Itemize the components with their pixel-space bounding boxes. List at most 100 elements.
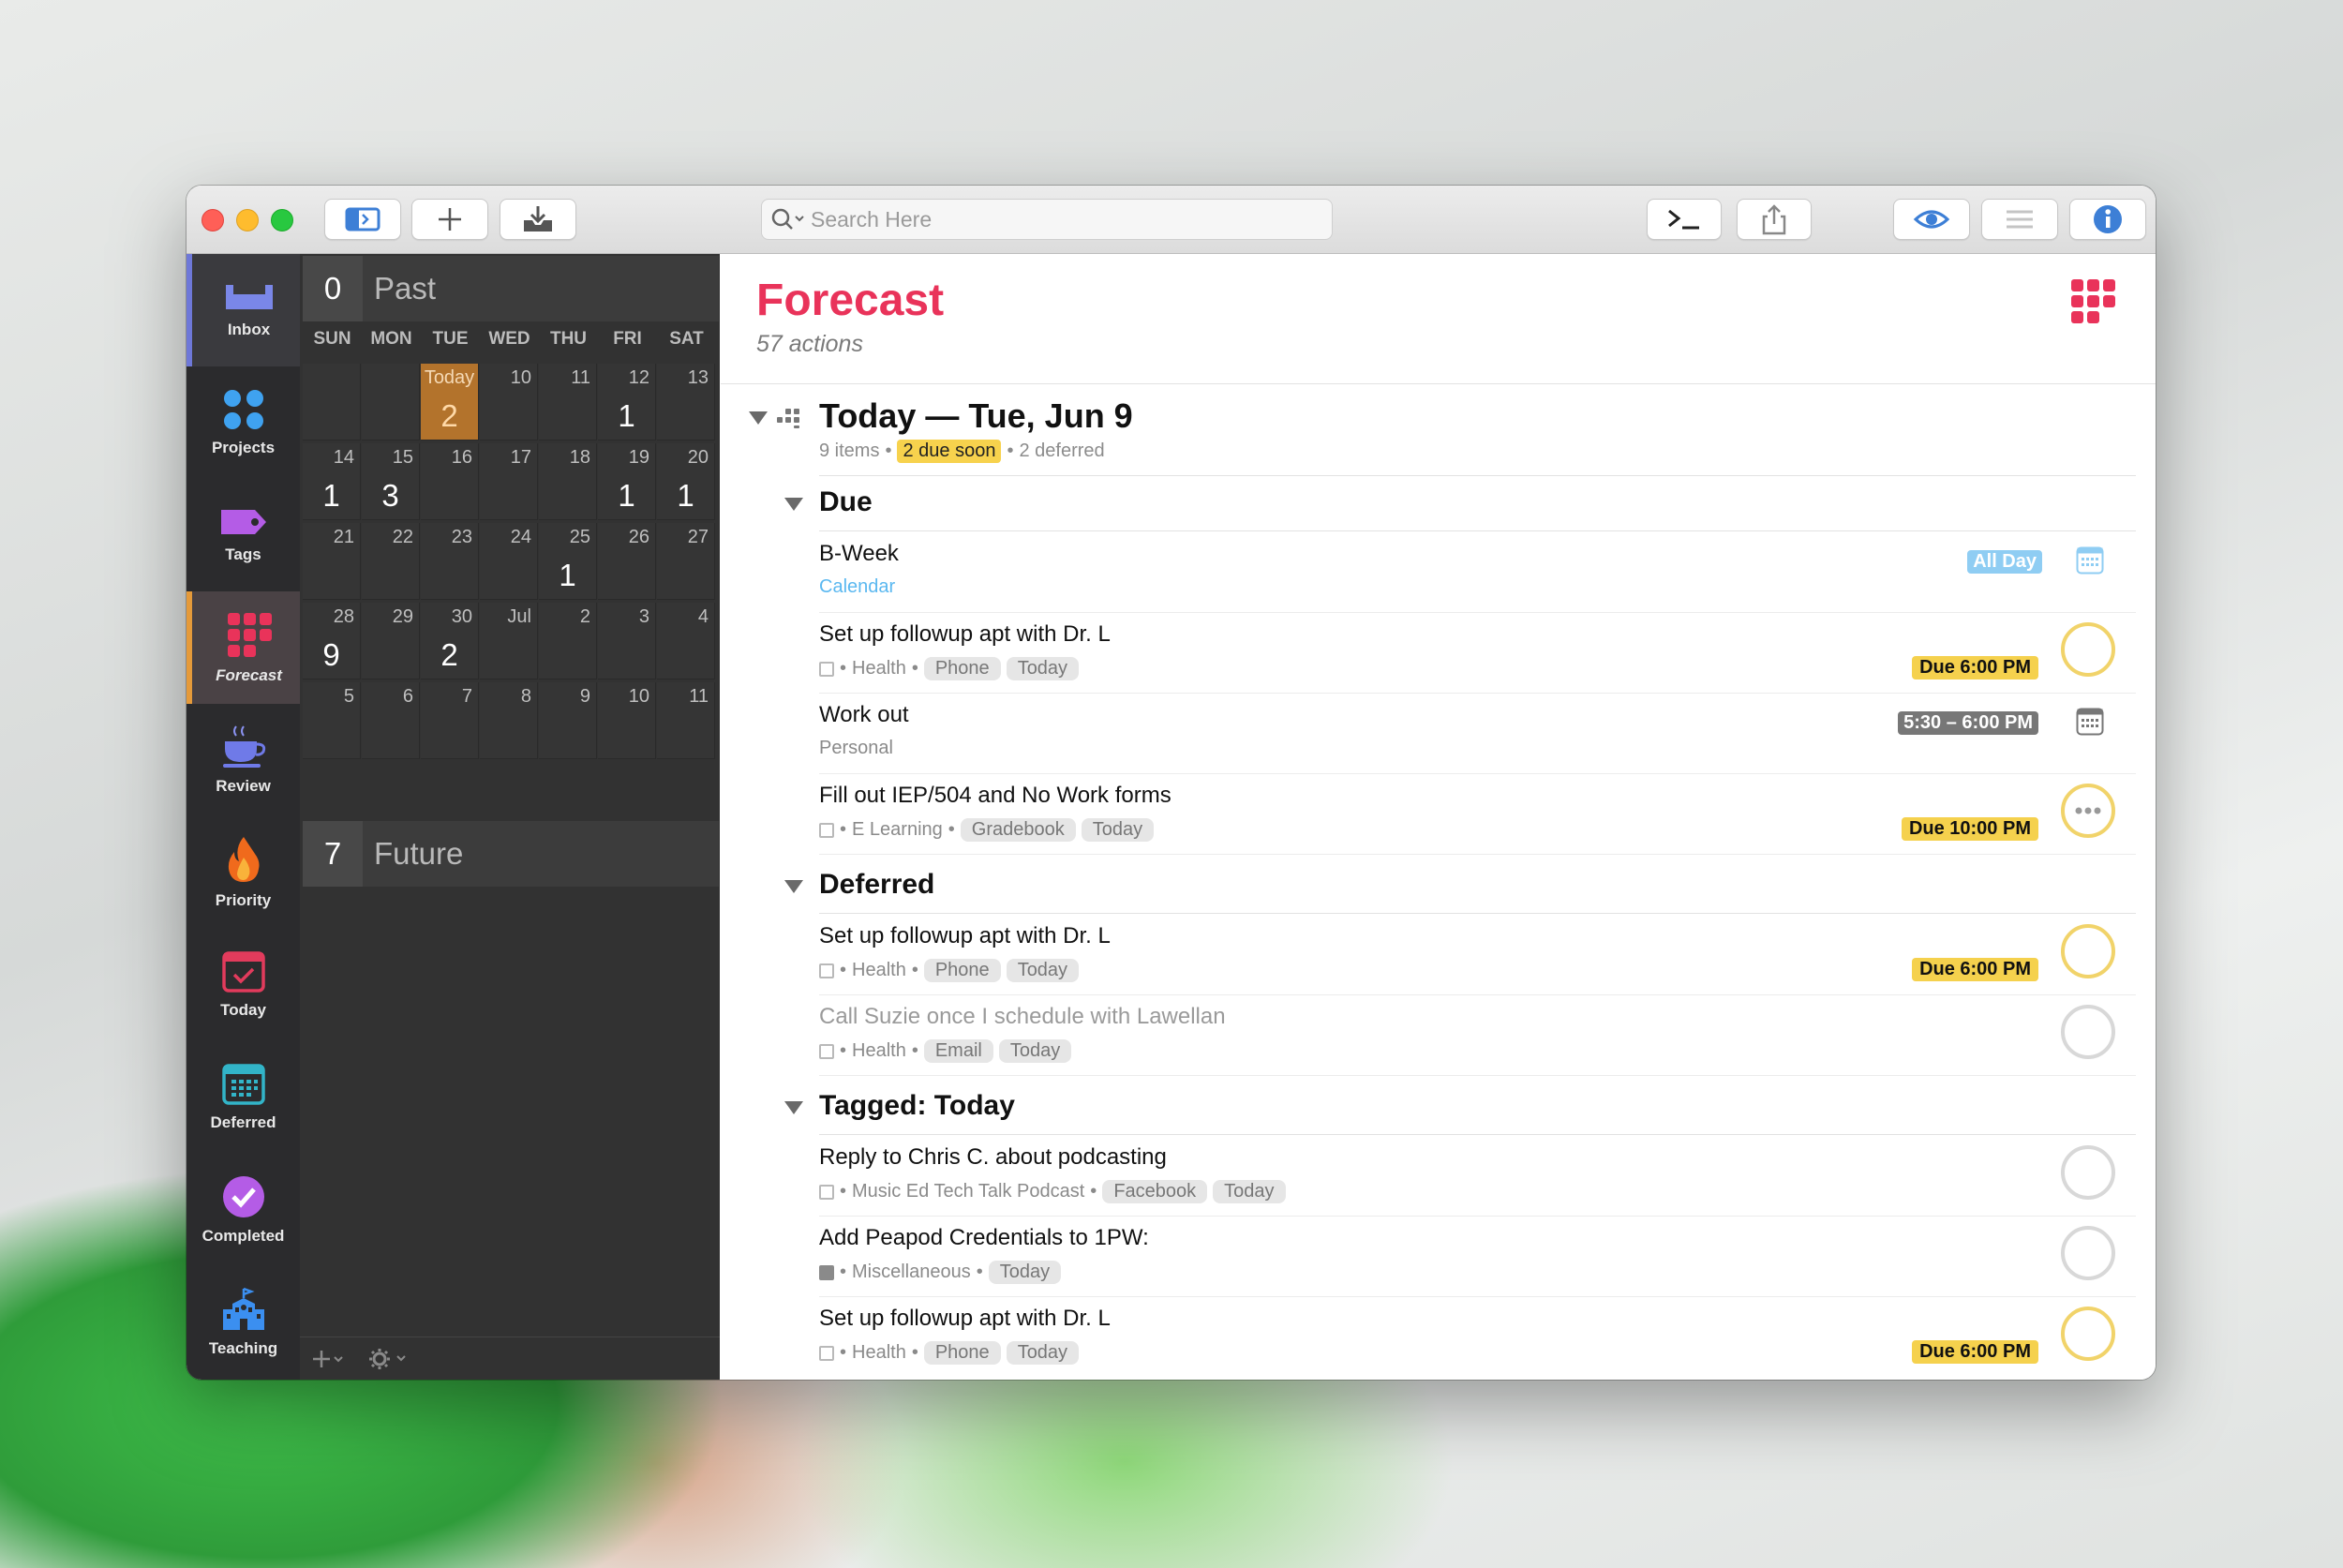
calendar-day-number: 27 [687, 527, 709, 547]
calendar-day-cell[interactable]: 4 [657, 603, 715, 679]
status-circle[interactable] [2061, 1226, 2115, 1280]
calendar-day-cell[interactable]: 10 [598, 682, 656, 759]
tag-chip[interactable]: Today [1006, 657, 1080, 680]
calendar-day-cell[interactable]: 18 [539, 443, 597, 520]
calendar-day-cell[interactable]: 27 [657, 523, 715, 600]
calendar-day-cell[interactable]: 17 [480, 443, 538, 520]
tag-chip[interactable]: Gradebook [960, 818, 1076, 842]
list-item[interactable]: Add Peapod Credentials to 1PW: • Miscella… [819, 1216, 2136, 1297]
tag-chip[interactable]: Today [998, 1039, 1072, 1063]
sidebar-item-forecast[interactable]: Forecast [187, 591, 306, 704]
status-circle[interactable] [2061, 1145, 2115, 1200]
calendar-day-cell[interactable]: 5 [303, 682, 361, 759]
calendar-day-cell[interactable]: 28 9 [303, 603, 361, 679]
future-bar[interactable]: 7 Future [303, 821, 719, 887]
disclosure-triangle[interactable] [784, 1101, 803, 1114]
calendar-day-cell[interactable]: 16 [421, 443, 479, 520]
sidebar-item-deferred[interactable]: Deferred [187, 1041, 300, 1154]
quick-entry-button[interactable] [500, 199, 576, 240]
list-item[interactable]: Set up followup apt with Dr. L • Health • … [819, 1296, 2136, 1377]
calendar-day-cell[interactable]: 13 [657, 364, 715, 441]
console-button[interactable] [1647, 199, 1722, 240]
new-action-button[interactable] [411, 199, 488, 240]
calendar-day-cell[interactable]: 12 1 [598, 364, 656, 441]
tag-chip[interactable]: Phone [923, 1341, 1001, 1365]
calendar-day-cell[interactable]: 6 [362, 682, 420, 759]
add-menu-icon[interactable] [313, 1349, 343, 1369]
calendar-day-number: 15 [392, 447, 413, 468]
calendar-day-cell[interactable]: 21 [303, 523, 361, 600]
share-button[interactable] [1737, 199, 1812, 240]
tag-chip[interactable]: Today [988, 1261, 1062, 1284]
calendar-day-cell[interactable] [303, 364, 361, 441]
tag-chip[interactable]: Facebook [1102, 1180, 1208, 1203]
calendar-day-cell[interactable]: 9 [539, 682, 597, 759]
calendar-day-cell[interactable]: 7 [421, 682, 479, 759]
calendar-day-cell[interactable]: 22 [362, 523, 420, 600]
drag-handle-icon[interactable] [775, 404, 801, 430]
past-bar[interactable]: 0 Past [303, 256, 719, 321]
list-item[interactable]: Reply to Chris C. about podcasting • Musi… [819, 1135, 2136, 1217]
eye-icon [1913, 210, 1950, 229]
calendar-day-cell[interactable]: 3 [598, 603, 656, 679]
gear-menu-icon[interactable] [369, 1348, 409, 1370]
view-options-button[interactable] [1893, 199, 1970, 240]
status-circle[interactable] [2061, 622, 2115, 677]
list-item[interactable]: Call Suzie once I schedule with Lawellan… [819, 994, 2136, 1076]
inspector-button[interactable] [2069, 199, 2146, 240]
calendar-day-cell[interactable]: 11 [657, 682, 715, 759]
calendar-day-cell[interactable]: 30 2 [421, 603, 479, 679]
sidebar-item-priority[interactable]: Priority [187, 816, 300, 929]
calendar-day-cell[interactable]: 10 [480, 364, 538, 441]
day-of-week-label: MON [370, 329, 412, 349]
minimize-window-button[interactable] [236, 209, 259, 231]
calendar-day-cell[interactable]: 24 [480, 523, 538, 600]
calendar-day-cell[interactable]: 29 [362, 603, 420, 679]
calendar-day-cell[interactable] [362, 364, 420, 441]
focus-button[interactable] [1981, 199, 2058, 240]
calendar-day-cell[interactable]: 2 [539, 603, 597, 679]
tag-chip[interactable]: Today [1081, 818, 1155, 842]
calendar-day-cell[interactable]: 15 3 [362, 443, 420, 520]
close-window-button[interactable] [201, 209, 224, 231]
list-item[interactable]: Set up followup apt with Dr. L • Health • … [819, 914, 2136, 995]
status-circle[interactable] [2061, 1307, 2115, 1361]
calendar-day-cell[interactable]: Jul [480, 603, 538, 679]
status-circle[interactable] [2061, 1005, 2115, 1059]
tag-chip[interactable]: Today [1213, 1180, 1286, 1203]
disclosure-triangle[interactable] [749, 411, 768, 425]
calendar-day-cell[interactable]: 25 1 [539, 523, 597, 600]
sidebar-item-completed[interactable]: Completed [187, 1154, 300, 1266]
zoom-window-button[interactable] [271, 209, 293, 231]
calendar-day-cell[interactable]: 8 [480, 682, 538, 759]
list-item[interactable]: B-Week Calendar All Day [819, 531, 2136, 613]
sidebar-item-today[interactable]: Today [187, 929, 300, 1041]
disclosure-triangle[interactable] [784, 880, 803, 893]
status-circle[interactable] [2061, 924, 2115, 978]
list-item[interactable]: Set up followup apt with Dr. L • Health • … [819, 612, 2136, 694]
sidebar-item-projects[interactable]: Projects [187, 366, 300, 479]
sidebar-item-tags[interactable]: Tags [187, 479, 300, 591]
calendar-day-cell[interactable]: Today 2 [421, 364, 479, 441]
tag-chip[interactable]: Email [923, 1039, 993, 1063]
calendar-day-cell[interactable]: 19 1 [598, 443, 656, 520]
calendar-day-cell[interactable]: 26 [598, 523, 656, 600]
tag-chip[interactable]: Phone [923, 657, 1001, 680]
toggle-sidebar-button[interactable] [324, 199, 401, 240]
calendar-day-cell[interactable]: 20 1 [657, 443, 715, 520]
status-circle[interactable] [2061, 784, 2115, 838]
list-item[interactable]: Work out Personal 5:30 – 6:00 PM [819, 693, 2136, 774]
calendar-day-cell[interactable]: 14 1 [303, 443, 361, 520]
calendar-day-number: 8 [520, 686, 531, 707]
disclosure-triangle[interactable] [784, 498, 803, 511]
calendar-day-cell[interactable]: 23 [421, 523, 479, 600]
sidebar-item-teaching[interactable]: Teaching [187, 1266, 300, 1379]
search-field[interactable]: Search Here [761, 199, 1333, 240]
tag-chip[interactable]: Today [1006, 1341, 1080, 1365]
tag-chip[interactable]: Phone [923, 959, 1001, 982]
tag-chip[interactable]: Today [1006, 959, 1080, 982]
sidebar-item-review[interactable]: Review [187, 704, 300, 816]
calendar-day-cell[interactable]: 11 [539, 364, 597, 441]
sidebar-item-inbox[interactable]: Inbox [187, 254, 306, 366]
list-item[interactable]: Fill out IEP/504 and No Work forms • E Le… [819, 773, 2136, 855]
